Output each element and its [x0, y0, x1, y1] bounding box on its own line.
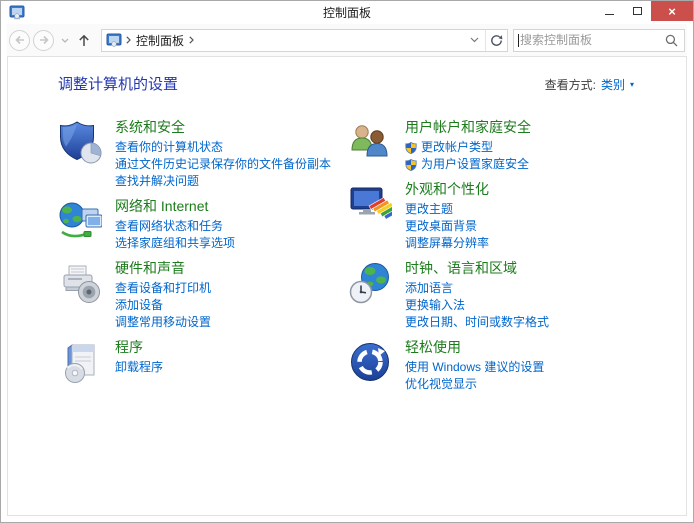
minimize-icon — [604, 14, 614, 15]
close-button[interactable]: × — [651, 1, 693, 21]
network-globe-icon[interactable] — [58, 199, 102, 243]
breadcrumb: 控制面板 — [102, 32, 463, 49]
back-button[interactable] — [9, 29, 30, 51]
view-by-control: 查看方式: 类别 ▾ — [545, 76, 634, 93]
printer-speaker-icon[interactable] — [58, 261, 102, 305]
refresh-button[interactable] — [485, 29, 507, 51]
personalization-icon[interactable] — [348, 182, 392, 226]
control-panel-window: 控制面板 × 控制面板 搜索控制面板 调整计算机的设置 查看方式: 类别 ▾ 系… — [0, 0, 694, 523]
link-set-family-safety[interactable]: 为用户设置家庭安全 — [405, 156, 531, 173]
category-user-accounts-family-safety: 用户帐户和家庭安全 更改帐户类型 为用户设置家庭安全 — [348, 118, 676, 173]
view-by-value-link[interactable]: 类别 — [601, 76, 625, 93]
category-title-hardware-and-sound[interactable]: 硬件和声音 — [115, 259, 211, 278]
breadcrumb-chevron-icon — [189, 36, 194, 44]
uac-shield-icon — [405, 141, 417, 154]
caption-buttons: × — [595, 1, 693, 21]
security-shield-icon[interactable] — [58, 120, 102, 164]
search-input[interactable] — [520, 33, 663, 47]
back-arrow-icon — [14, 35, 24, 45]
forward-arrow-icon — [39, 35, 49, 45]
link-suggested-settings[interactable]: 使用 Windows 建议的设置 — [405, 359, 544, 376]
category-title-user-accounts[interactable]: 用户帐户和家庭安全 — [405, 118, 531, 137]
left-column: 系统和安全 查看你的计算机状态 通过文件历史记录保存你的文件备份副本 查找并解决… — [58, 118, 348, 400]
recent-pages-dropdown[interactable] — [61, 38, 69, 43]
forward-button[interactable] — [33, 29, 54, 51]
navigation-bar: 控制面板 — [7, 24, 687, 56]
category-title-programs[interactable]: 程序 — [115, 338, 163, 357]
link-homegroup-sharing[interactable]: 选择家庭组和共享选项 — [115, 235, 235, 252]
category-grid: 系统和安全 查看你的计算机状态 通过文件历史记录保存你的文件备份副本 查找并解决… — [8, 94, 686, 400]
text-caret — [518, 33, 519, 47]
category-title-appearance[interactable]: 外观和个性化 — [405, 180, 489, 199]
user-accounts-icon[interactable] — [348, 120, 392, 164]
software-box-icon[interactable] — [58, 340, 102, 384]
link-add-language[interactable]: 添加语言 — [405, 280, 549, 297]
link-file-history-backup[interactable]: 通过文件历史记录保存你的文件备份副本 — [115, 156, 331, 173]
link-network-status-tasks[interactable]: 查看网络状态和任务 — [115, 218, 235, 235]
chevron-down-icon — [61, 38, 69, 43]
link-change-account-type[interactable]: 更改帐户类型 — [405, 139, 531, 156]
link-find-fix-problems[interactable]: 查找并解决问题 — [115, 173, 331, 190]
category-title-clock-language-region[interactable]: 时钟、语言和区域 — [405, 259, 549, 278]
clock-region-icon[interactable] — [348, 261, 392, 305]
search-box[interactable] — [513, 28, 685, 52]
breadcrumb-item-control-panel[interactable]: 控制面板 — [135, 32, 185, 49]
category-system-and-security: 系统和安全 查看你的计算机状态 通过文件历史记录保存你的文件备份副本 查找并解决… — [58, 118, 348, 190]
view-by-label: 查看方式: — [544, 78, 596, 92]
link-add-device[interactable]: 添加设备 — [115, 297, 211, 314]
category-title-network-and-internet[interactable]: 网络和 Internet — [115, 197, 235, 216]
maximize-icon — [632, 7, 642, 15]
address-dropdown-button[interactable] — [463, 30, 485, 51]
view-by-dropdown-icon[interactable]: ▾ — [630, 80, 634, 89]
titlebar: 控制面板 × — [7, 1, 693, 24]
link-label: 为用户设置家庭安全 — [421, 157, 530, 171]
minimize-button[interactable] — [595, 1, 623, 21]
link-optimize-visual-display[interactable]: 优化视觉显示 — [405, 376, 544, 393]
link-label: 更改帐户类型 — [421, 140, 494, 154]
link-change-theme[interactable]: 更改主题 — [405, 201, 489, 218]
up-arrow-icon — [79, 34, 89, 46]
link-uninstall-program[interactable]: 卸载程序 — [115, 359, 163, 376]
address-bar[interactable]: 控制面板 — [101, 28, 508, 52]
link-change-desktop-background[interactable]: 更改桌面背景 — [405, 218, 489, 235]
link-change-date-time-formats[interactable]: 更改日期、时间或数字格式 — [405, 314, 549, 331]
category-network-and-internet: 网络和 Internet 查看网络状态和任务 选择家庭组和共享选项 — [58, 197, 348, 252]
ease-of-access-icon[interactable] — [348, 340, 392, 384]
search-icon[interactable] — [665, 34, 678, 47]
category-ease-of-access: 轻松使用 使用 Windows 建议的设置 优化视觉显示 — [348, 338, 676, 393]
main-content: 调整计算机的设置 查看方式: 类别 ▾ 系统和安全 查看你的计算机状态 通过文件… — [7, 56, 687, 516]
page-title: 调整计算机的设置 — [58, 76, 179, 93]
category-programs: 程序 卸载程序 — [58, 338, 348, 384]
right-column: 用户帐户和家庭安全 更改帐户类型 为用户设置家庭安全 外观和个性化 更改主题 更… — [348, 118, 676, 400]
category-clock-language-region: 时钟、语言和区域 添加语言 更换输入法 更改日期、时间或数字格式 — [348, 259, 676, 331]
link-devices-printers[interactable]: 查看设备和打印机 — [115, 280, 211, 297]
category-hardware-and-sound: 硬件和声音 查看设备和打印机 添加设备 调整常用移动设置 — [58, 259, 348, 331]
link-view-computer-status[interactable]: 查看你的计算机状态 — [115, 139, 331, 156]
link-change-input-method[interactable]: 更换输入法 — [405, 297, 549, 314]
refresh-icon — [491, 34, 503, 46]
category-title-system-and-security[interactable]: 系统和安全 — [115, 118, 331, 137]
link-adjust-screen-resolution[interactable]: 调整屏幕分辨率 — [405, 235, 489, 252]
category-appearance-personalization: 外观和个性化 更改主题 更改桌面背景 调整屏幕分辨率 — [348, 180, 676, 252]
page-header: 调整计算机的设置 查看方式: 类别 ▾ — [8, 57, 686, 94]
up-button[interactable] — [77, 33, 91, 48]
window-title: 控制面板 — [322, 6, 371, 20]
control-panel-app-icon[interactable] — [9, 4, 25, 20]
maximize-button[interactable] — [623, 1, 651, 21]
breadcrumb-chevron-icon — [126, 36, 131, 44]
uac-shield-icon — [405, 158, 417, 171]
category-title-ease-of-access[interactable]: 轻松使用 — [405, 338, 544, 357]
link-mobility-settings[interactable]: 调整常用移动设置 — [115, 314, 211, 331]
control-panel-icon — [106, 33, 122, 47]
chevron-down-icon — [470, 37, 478, 43]
